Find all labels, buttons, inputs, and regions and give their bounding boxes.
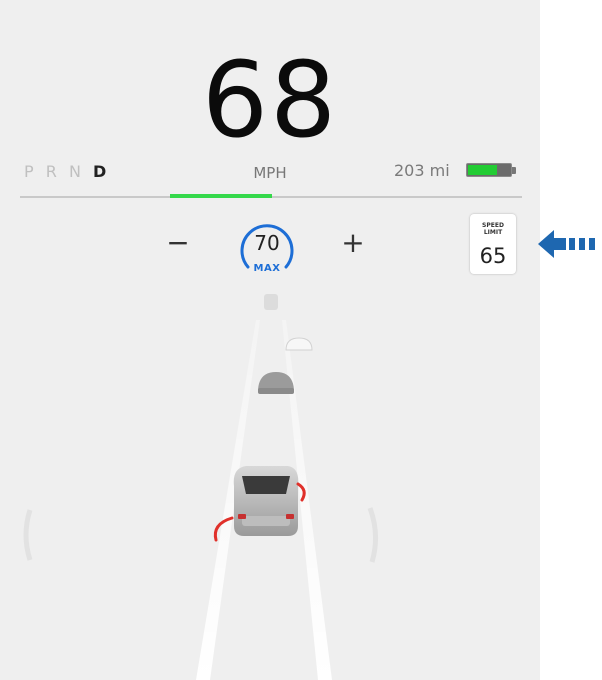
adjacent-lane-right	[367, 507, 378, 563]
arrow-left-icon	[538, 230, 595, 258]
mid-vehicle-icon	[285, 337, 313, 351]
decrease-cruise-button[interactable]: −	[163, 226, 193, 260]
ego-car-icon	[233, 466, 299, 536]
far-vehicle-icon	[264, 294, 278, 310]
speed-limit-sign: SPEED LIMIT 65	[470, 214, 516, 274]
battery-terminal	[512, 167, 516, 174]
cruise-set-speed[interactable]: 70	[236, 231, 298, 255]
battery-level	[468, 165, 497, 175]
increase-cruise-button[interactable]: +	[338, 226, 368, 260]
range-readout: 203 mi	[394, 161, 450, 180]
speed-limit-value: 65	[479, 244, 507, 268]
speed-readout: 68	[201, 39, 339, 161]
battery-icon	[466, 163, 512, 177]
speed-limit-title: SPEED LIMIT	[482, 222, 504, 236]
power-meter-fill	[170, 194, 272, 198]
cruise-max-label: MAX	[253, 263, 281, 274]
adjacent-lane-left	[23, 509, 33, 561]
road-visualization	[23, 294, 378, 680]
speed-unit: MPH	[253, 164, 287, 182]
instrument-cluster: 68 P R N D MPH 203 mi − 70 MAX + SPEED L…	[0, 0, 540, 680]
